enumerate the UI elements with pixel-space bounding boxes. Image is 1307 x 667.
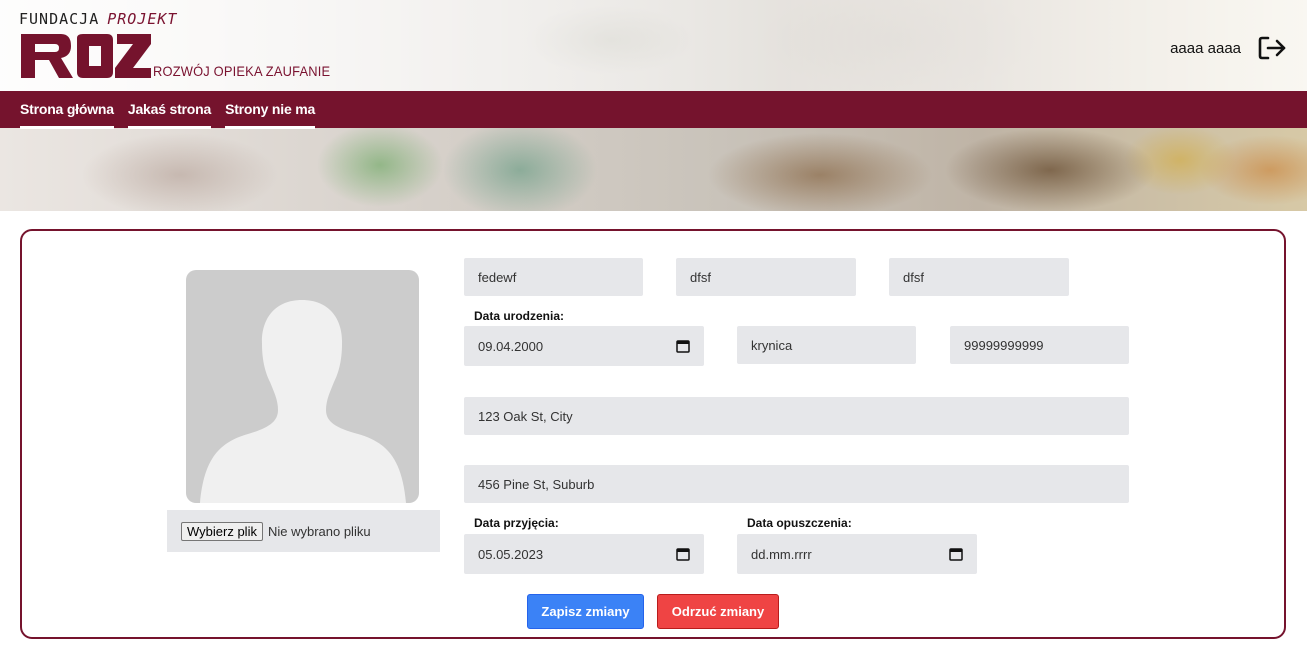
foundation-logo[interactable]: FUNDACJA PROJEKT ROZWÓJ OPIEKA ZAUFANIE	[19, 10, 330, 82]
birth-place-field[interactable]: krynica	[737, 326, 916, 364]
address-field-2[interactable]: 456 Pine St, Suburb	[464, 465, 1129, 503]
logo-fundacja: FUNDACJA	[19, 10, 100, 28]
avatar-file-picker: Wybierz plik Nie wybrano pliku	[167, 510, 440, 552]
user-name: aaaa aaaa	[1170, 39, 1241, 57]
birth-date-value: 09.04.2000	[478, 338, 544, 354]
admission-date-label: Data przyjęcia:	[474, 516, 559, 530]
header-banner: FUNDACJA PROJEKT ROZWÓJ OPIEKA ZAUFANIE a…	[0, 0, 1307, 211]
birth-date-label: Data urodzenia:	[474, 309, 565, 323]
nav-item-home[interactable]: Strona główna	[20, 91, 114, 129]
middle-name-field[interactable]: dfsf	[676, 258, 856, 296]
user-area: aaaa aaaa	[1170, 35, 1287, 61]
save-changes-button[interactable]: Zapisz zmiany	[527, 594, 644, 629]
person-silhouette-icon	[200, 300, 406, 503]
roz-logo-mark	[21, 34, 151, 78]
last-name-field[interactable]: dfsf	[889, 258, 1069, 296]
admission-date-value: 05.05.2023	[478, 546, 544, 562]
nav-item-no-page[interactable]: Strony nie ma	[225, 91, 315, 129]
admission-date-field[interactable]: 05.05.2023	[464, 534, 704, 574]
nav-item-some-page[interactable]: Jakaś strona	[127, 91, 211, 129]
discard-changes-button[interactable]: Odrzuć zmiany	[657, 594, 779, 629]
birth-date-field[interactable]: 09.04.2000	[464, 326, 704, 366]
calendar-icon[interactable]	[676, 339, 690, 353]
leave-date-placeholder: dd.mm.rrrr	[751, 546, 812, 562]
leave-date-field[interactable]: dd.mm.rrrr	[737, 534, 977, 574]
avatar	[186, 270, 419, 503]
logo-top-text: FUNDACJA PROJEKT	[19, 10, 177, 28]
file-status-text: Nie wybrano pliku	[267, 523, 371, 539]
logo-tagline: ROZWÓJ OPIEKA ZAUFANIE	[153, 63, 331, 79]
calendar-icon[interactable]	[949, 547, 963, 561]
calendar-icon[interactable]	[676, 547, 690, 561]
choose-file-button[interactable]: Wybierz plik	[181, 521, 263, 541]
leave-date-label: Data opuszczenia:	[747, 516, 852, 530]
logout-icon[interactable]	[1257, 35, 1287, 61]
address-field-1[interactable]: 123 Oak St, City	[464, 397, 1129, 435]
phone-field[interactable]: 99999999999	[950, 326, 1129, 364]
main-nav: Strona główna Jakaś strona Strony nie ma	[0, 91, 1307, 129]
first-name-field[interactable]: fedewf	[464, 258, 643, 296]
logo-projekt: PROJEKT	[107, 10, 178, 28]
